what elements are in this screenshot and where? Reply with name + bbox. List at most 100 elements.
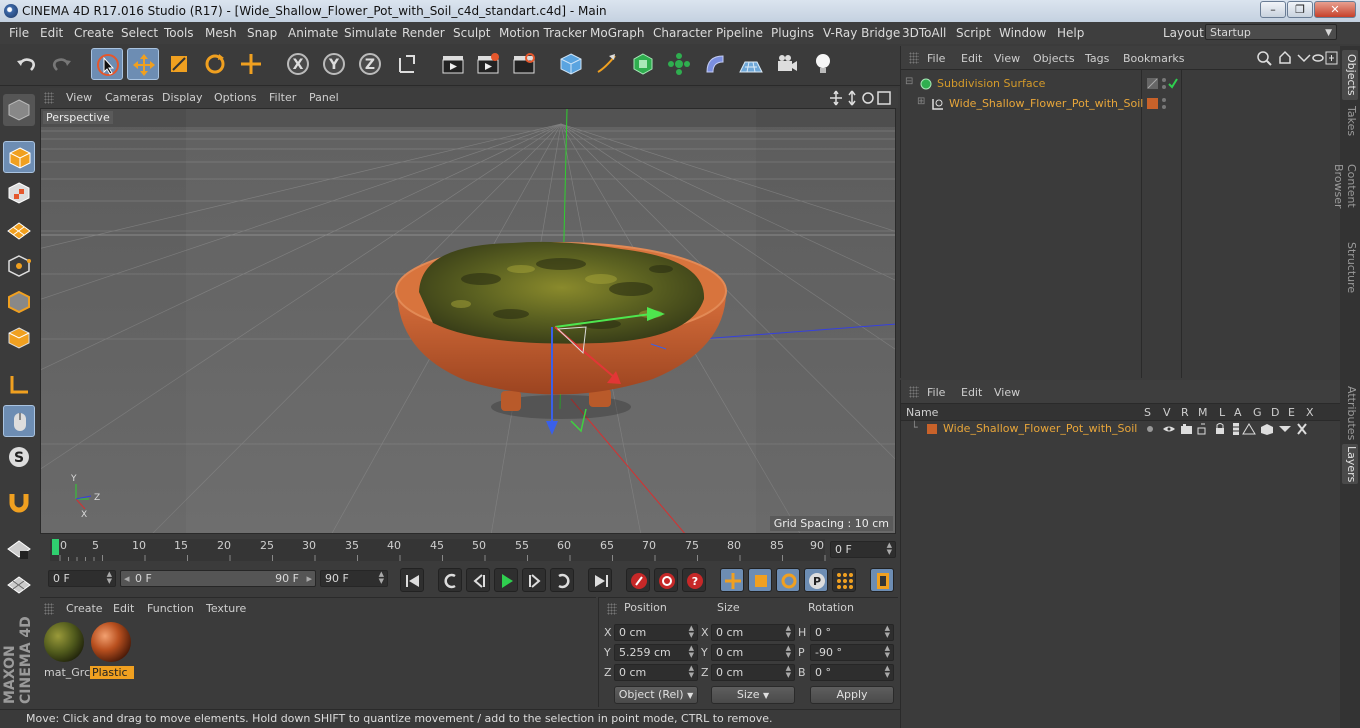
next-frame-button[interactable] <box>522 568 546 592</box>
tab-content-browser[interactable]: Content Browser <box>1332 144 1358 228</box>
autokey-button[interactable] <box>654 568 678 592</box>
start-frame-field[interactable]: 0 F ▲ ▼ <box>48 570 116 587</box>
key-scale-button[interactable] <box>748 568 772 592</box>
keyframe-selection-button[interactable]: ? <box>682 568 706 592</box>
z-axis-lock-button[interactable]: Z <box>354 48 386 80</box>
polygons-mode-button[interactable] <box>3 322 35 354</box>
mat-menu-create[interactable]: Create <box>66 602 103 615</box>
previous-key-button[interactable] <box>438 568 462 592</box>
recent-tool-button[interactable] <box>235 48 267 80</box>
layer-row[interactable]: └ Wide_Shallow_Flower_Pot_with_Soil <box>901 420 1341 438</box>
tab-layers[interactable]: Layers <box>1342 444 1358 484</box>
maximize-button[interactable]: ❐ <box>1287 1 1313 18</box>
close-button[interactable]: ✕ <box>1314 1 1356 18</box>
magnet-button[interactable] <box>3 486 35 518</box>
current-frame-field[interactable]: 0 F ▲ ▼ <box>830 541 896 558</box>
timeline[interactable]: 0 5 10 15 20 25 30 35 40 45 50 55 60 65 … <box>40 535 898 565</box>
menu-help[interactable]: Help <box>1057 26 1084 40</box>
mat-menu-texture[interactable]: Texture <box>206 602 246 615</box>
end-frame-field[interactable]: 90 F ▲ ▼ <box>320 570 388 587</box>
obj-menu-bookmarks[interactable]: Bookmarks <box>1123 52 1184 65</box>
viewport-menu-view[interactable]: View <box>66 91 92 104</box>
record-keys-button[interactable] <box>626 568 650 592</box>
menu-edit[interactable]: Edit <box>40 26 63 40</box>
tab-structure[interactable]: Structure <box>1342 242 1358 293</box>
mat-menu-function[interactable]: Function <box>147 602 194 615</box>
layer-menu-file[interactable]: File <box>927 386 945 399</box>
planar-workplane-button[interactable] <box>3 569 35 601</box>
move-tool-button[interactable] <box>127 48 159 80</box>
go-to-end-button[interactable] <box>588 568 612 592</box>
edges-mode-button[interactable] <box>3 286 35 318</box>
viewport-nav-icons[interactable] <box>830 90 894 106</box>
obj-menu-tags[interactable]: Tags <box>1085 52 1109 65</box>
menu-animate[interactable]: Animate <box>288 26 338 40</box>
deformer-button[interactable] <box>699 48 731 80</box>
menu-script[interactable]: Script <box>956 26 991 40</box>
collapse-icon[interactable]: ⊟ <box>905 76 913 87</box>
drag-grip-icon[interactable] <box>44 92 54 104</box>
material-thumb-soil[interactable]: mat_Grc <box>42 620 90 680</box>
scale-tool-button[interactable] <box>163 48 195 80</box>
menu-render[interactable]: Render <box>402 26 445 40</box>
make-editable-button[interactable] <box>3 94 35 126</box>
pen-spline-button[interactable] <box>591 48 623 80</box>
obj-menu-edit[interactable]: Edit <box>961 52 982 65</box>
render-view-button[interactable] <box>437 48 469 80</box>
drag-grip-icon[interactable] <box>607 603 617 615</box>
play-button[interactable] <box>494 568 518 592</box>
menu-mesh[interactable]: Mesh <box>205 26 237 40</box>
menu-vray-bridge[interactable]: V-Ray Bridge <box>823 26 900 40</box>
menu-window[interactable]: Window <box>999 26 1046 40</box>
texture-mode-button[interactable] <box>3 177 35 209</box>
menu-simulate[interactable]: Simulate <box>344 26 397 40</box>
drag-grip-icon[interactable] <box>909 386 919 398</box>
frame-range-slider[interactable]: ◂ 0 F 90 F ▸ <box>120 570 316 587</box>
menu-3dtoall[interactable]: 3DToAll <box>902 26 946 40</box>
size-y-field[interactable]: 0 cm ▲ ▼ <box>711 644 795 661</box>
previous-frame-button[interactable] <box>466 568 490 592</box>
obj-menu-file[interactable]: File <box>927 52 945 65</box>
layer-menu-edit[interactable]: Edit <box>961 386 982 399</box>
object-flags-icons[interactable] <box>1145 76 1179 92</box>
floor-object-button[interactable] <box>735 48 767 80</box>
obj-menu-view[interactable]: View <box>994 52 1020 65</box>
layout-dropdown[interactable]: Startup ▼ <box>1205 24 1337 40</box>
position-x-field[interactable]: 0 cm ▲ ▼ <box>614 624 698 641</box>
layer-menu-view[interactable]: View <box>994 386 1020 399</box>
size-mode-dropdown[interactable]: Size ▼ <box>711 686 795 704</box>
menu-select[interactable]: Select <box>121 26 158 40</box>
tab-attributes[interactable]: Attributes <box>1342 386 1358 440</box>
object-row-pot[interactable]: ⊞ Wide_Shallow_Flower_Pot_with_Soil <box>901 94 1341 114</box>
render-picture-viewer-button[interactable] <box>472 48 504 80</box>
timeline-window-button[interactable] <box>870 568 894 592</box>
key-pla-button[interactable] <box>832 568 856 592</box>
light-object-button[interactable] <box>807 48 839 80</box>
tweak-mode-button[interactable] <box>3 405 35 437</box>
viewport-perspective[interactable]: Y Z X Perspective Grid Spacing : 10 cm <box>40 108 896 534</box>
model-mode-button[interactable] <box>3 141 35 173</box>
menu-mograph[interactable]: MoGraph <box>590 26 645 40</box>
workplane-mode-button[interactable] <box>3 213 35 245</box>
live-selection-button[interactable] <box>91 48 123 80</box>
x-axis-lock-button[interactable]: X <box>282 48 314 80</box>
key-rotation-button[interactable] <box>776 568 800 592</box>
snap-button[interactable]: S <box>3 441 35 473</box>
viewport-menu-panel[interactable]: Panel <box>309 91 339 104</box>
viewport-menu-options[interactable]: Options <box>214 91 256 104</box>
object-manager-tools[interactable] <box>1256 50 1338 66</box>
key-parameter-button[interactable]: P <box>804 568 828 592</box>
points-mode-button[interactable] <box>3 250 35 282</box>
coordinate-mode-dropdown[interactable]: Object (Rel) ▼ <box>614 686 698 704</box>
viewport-menu-filter[interactable]: Filter <box>269 91 296 104</box>
menu-pipeline[interactable]: Pipeline <box>716 26 763 40</box>
menu-snap[interactable]: Snap <box>247 26 277 40</box>
position-y-field[interactable]: 5.259 cm ▲ ▼ <box>614 644 698 661</box>
viewport-menu-display[interactable]: Display <box>162 91 203 104</box>
go-to-start-button[interactable] <box>400 568 424 592</box>
rotation-b-field[interactable]: 0 ° ▲ ▼ <box>810 664 894 681</box>
size-z-field[interactable]: 0 cm ▲ ▼ <box>711 664 795 681</box>
drag-grip-icon[interactable] <box>44 603 54 615</box>
subdivision-surface-button[interactable] <box>627 48 659 80</box>
menu-sculpt[interactable]: Sculpt <box>453 26 490 40</box>
